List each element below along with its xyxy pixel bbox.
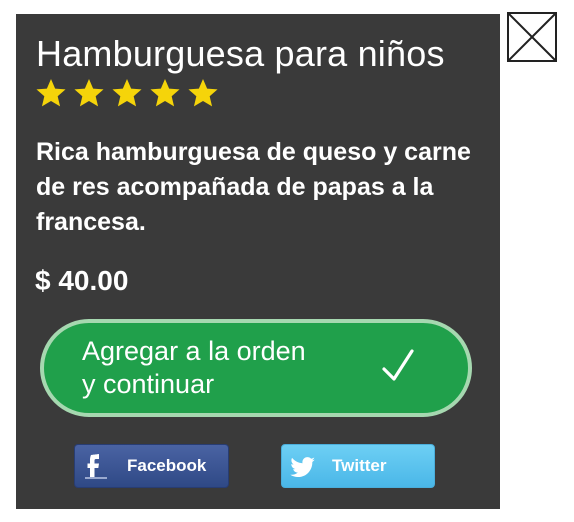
close-icon[interactable] [507, 12, 557, 62]
twitter-share-button[interactable]: Twitter [281, 444, 435, 488]
product-description: Rica hamburguesa de queso y carne de res… [36, 138, 471, 236]
facebook-share-button[interactable]: Facebook [74, 444, 229, 488]
checkmark-icon [382, 349, 414, 381]
add-to-order-label: Agregar a la orden y continuar [82, 335, 382, 401]
star-icon [150, 79, 180, 107]
facebook-label: Facebook [127, 456, 207, 475]
rating-stars [35, 77, 219, 109]
product-card: Hamburguesa para niños Rica hamburguesa … [16, 14, 500, 509]
twitter-bird-icon [290, 457, 315, 477]
star-icon [36, 79, 66, 107]
add-to-order-button[interactable]: Agregar a la orden y continuar [40, 319, 472, 417]
twitter-label: Twitter [332, 456, 387, 475]
facebook-icon [85, 454, 107, 479]
star-icon [74, 79, 104, 107]
product-title: Hamburguesa para niños [36, 33, 445, 74]
add-to-order-label-line2: y continuar [82, 369, 215, 399]
star-icon [188, 79, 218, 107]
star-icon [112, 79, 142, 107]
product-price: $ 40.00 [35, 265, 129, 296]
add-to-order-label-line1: Agregar a la orden [82, 336, 306, 366]
